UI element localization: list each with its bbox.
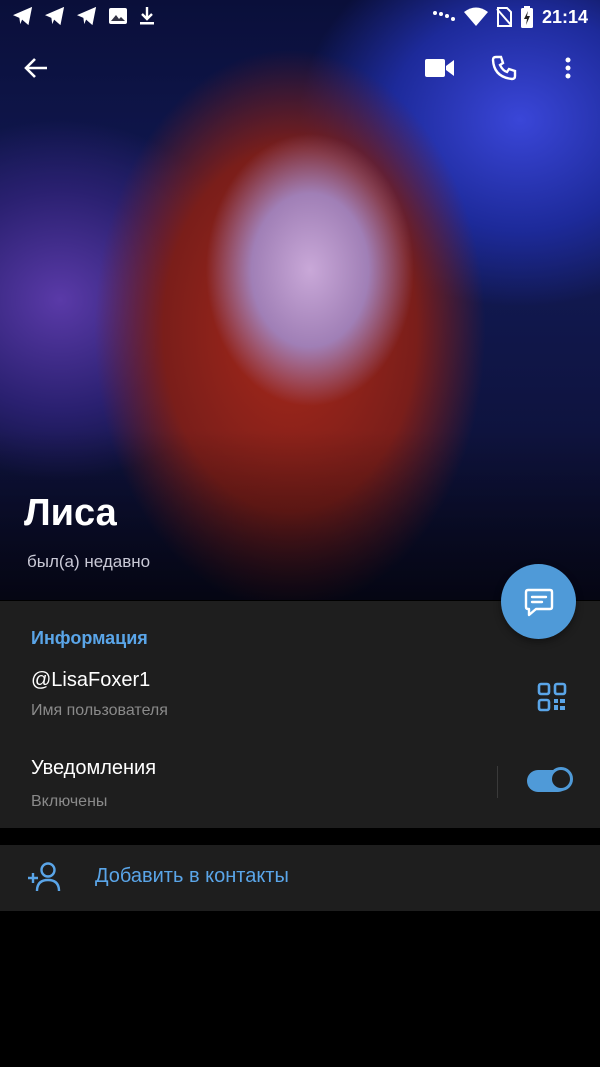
- telegram-icon: [77, 6, 97, 26]
- qr-code-icon: [537, 682, 567, 712]
- toggle-knob: [549, 767, 573, 791]
- dnd-icon: [432, 11, 455, 21]
- clock: 21:14: [541, 6, 588, 27]
- divider: [497, 766, 498, 798]
- info-section-title: Информация: [31, 628, 148, 648]
- notifications-title[interactable]: Уведомления: [31, 757, 156, 780]
- send-message-button[interactable]: [501, 564, 576, 639]
- wifi-icon: [463, 7, 488, 26]
- video-call-button[interactable]: [416, 44, 464, 92]
- status-bar: 21:14: [0, 0, 600, 36]
- no-sim-icon: [496, 7, 512, 27]
- arrow-left-icon: [24, 58, 47, 78]
- voice-call-button[interactable]: [480, 44, 528, 92]
- qr-code-button[interactable]: [536, 681, 568, 713]
- back-button[interactable]: [12, 44, 60, 92]
- notification-icons: [12, 6, 156, 26]
- add-contact-label: Добавить в контакты: [95, 865, 289, 887]
- more-vertical-icon: [565, 57, 571, 79]
- username-value[interactable]: @LisaFoxer1: [31, 669, 150, 692]
- profile-name: Лиса: [24, 492, 117, 534]
- chat-icon: [524, 588, 553, 616]
- video-camera-icon: [425, 59, 454, 77]
- system-icons: 21:14: [432, 6, 588, 28]
- phone-icon: [491, 55, 517, 81]
- notifications-toggle[interactable]: [527, 767, 573, 792]
- add-contact-row[interactable]: Добавить в контакты: [0, 845, 600, 911]
- notifications-state: Включены: [31, 793, 108, 810]
- telegram-icon: [45, 6, 65, 26]
- username-label: Имя пользователя: [31, 702, 168, 719]
- profile-toolbar: [0, 44, 600, 94]
- telegram-icon: [13, 6, 33, 26]
- battery-charging-icon: [520, 6, 533, 28]
- download-icon: [140, 7, 154, 25]
- last-seen-status: был(а) недавно: [27, 552, 151, 571]
- info-section: Информация @LisaFoxer1 Имя пользователя …: [0, 601, 600, 828]
- image-icon: [109, 8, 127, 24]
- more-menu-button[interactable]: [544, 44, 592, 92]
- add-person-icon: [28, 862, 61, 892]
